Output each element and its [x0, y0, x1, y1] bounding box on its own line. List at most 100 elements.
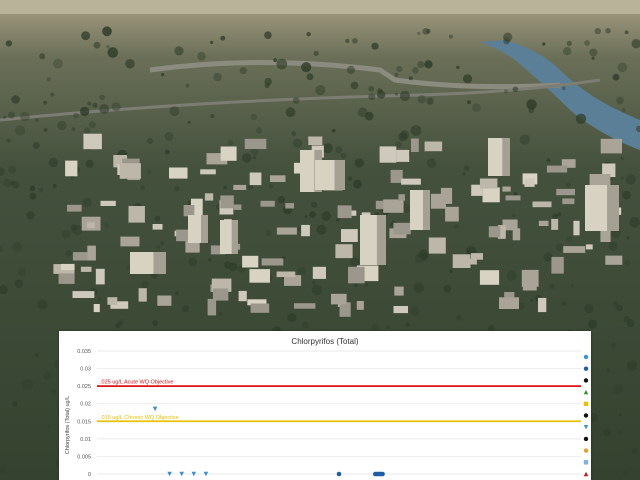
- tree-clump: [417, 31, 421, 36]
- tree-clump: [52, 183, 57, 188]
- building: [220, 195, 234, 209]
- building: [157, 295, 172, 306]
- chart-title: Chlorpyrifos (Total): [291, 337, 358, 346]
- tree-clump: [32, 142, 40, 149]
- building: [479, 270, 500, 285]
- tree-clump: [29, 185, 36, 192]
- building: [308, 136, 323, 146]
- building: [95, 268, 105, 285]
- data-point-circle: [380, 471, 385, 477]
- tree-clump: [422, 28, 430, 35]
- tree-clump: [291, 131, 297, 136]
- tree-clump: [575, 113, 587, 125]
- legend-marker: [583, 378, 589, 383]
- tree-clump: [399, 90, 410, 101]
- tree-clump: [622, 190, 631, 200]
- tree-clump: [345, 38, 350, 44]
- tree-clump: [156, 245, 161, 250]
- tree-clump: [467, 100, 471, 105]
- tree-clump: [173, 185, 180, 192]
- building: [551, 256, 564, 274]
- tree-clump: [512, 86, 519, 93]
- building: [285, 203, 294, 209]
- tree-clump: [426, 97, 434, 105]
- tree-clump: [93, 41, 101, 49]
- tree-clump: [612, 73, 620, 81]
- tree-clump: [253, 156, 256, 160]
- tree-clump: [616, 304, 623, 312]
- building: [505, 195, 521, 201]
- tree-clump: [396, 65, 403, 72]
- building: [100, 200, 116, 206]
- tree-clump: [626, 360, 638, 371]
- tree-clump: [335, 146, 343, 154]
- tower-shadow: [423, 190, 430, 230]
- tree-clump: [12, 242, 22, 252]
- tree-clump: [6, 138, 11, 143]
- building: [600, 138, 622, 154]
- tree-clump: [503, 32, 513, 42]
- legend-marker: [583, 366, 589, 371]
- y-axis-label: Chlorpyrifos (Total) ug/L: [65, 396, 71, 454]
- building: [524, 178, 535, 187]
- tree-clump: [20, 111, 30, 122]
- building: [249, 269, 270, 283]
- tree-clump: [410, 306, 420, 316]
- tree-clump: [197, 51, 206, 61]
- building: [411, 138, 419, 152]
- tree-clump: [408, 76, 413, 81]
- tree-clump: [589, 48, 598, 57]
- tree-clump: [141, 280, 150, 289]
- building: [238, 290, 247, 302]
- tree-clump: [106, 45, 110, 49]
- tree-clump: [306, 32, 311, 37]
- tree-clump: [107, 47, 119, 58]
- tower-shadow: [376, 215, 386, 265]
- tree-clump: [620, 156, 625, 161]
- tree-clump: [169, 106, 180, 117]
- building: [488, 226, 501, 238]
- building: [551, 218, 559, 230]
- tree-clump: [210, 114, 215, 119]
- tree-clump: [304, 215, 308, 219]
- tree-clump: [18, 268, 26, 276]
- tree-clump: [549, 283, 555, 289]
- building: [356, 301, 364, 310]
- building: [260, 200, 275, 207]
- tree-clump: [629, 216, 640, 228]
- building: [502, 186, 511, 192]
- tree-clump: [8, 111, 15, 119]
- tree-clump: [394, 92, 399, 96]
- building: [301, 224, 310, 237]
- tree-clump: [552, 213, 559, 220]
- tower-shadow: [334, 160, 345, 190]
- tree-clump: [242, 153, 252, 163]
- tree-clump: [348, 176, 353, 181]
- tree-clump: [353, 179, 362, 189]
- tree-clump: [377, 88, 383, 94]
- tree-clump: [561, 301, 566, 306]
- tree-clump: [311, 201, 318, 208]
- tree-clump: [546, 158, 551, 163]
- legend-marker: [583, 425, 589, 430]
- tree-clump: [73, 112, 79, 119]
- building: [482, 187, 500, 203]
- tree-clump: [424, 60, 433, 69]
- building: [563, 246, 586, 253]
- tree-clump: [273, 58, 278, 63]
- tree-clump: [624, 260, 631, 267]
- building: [546, 165, 568, 173]
- tree-clump: [463, 165, 470, 172]
- building: [61, 263, 75, 271]
- tree-clump: [350, 81, 359, 90]
- y-tick-label: 0.015: [77, 419, 91, 425]
- building: [93, 304, 100, 313]
- tower-shadow: [502, 138, 510, 176]
- tree-clump: [46, 77, 51, 82]
- tree-clump: [321, 211, 331, 221]
- building: [440, 187, 453, 204]
- tree-clump: [561, 86, 566, 91]
- tree-clump: [38, 187, 44, 193]
- tree-clump: [624, 30, 629, 35]
- tree-clump: [594, 27, 601, 35]
